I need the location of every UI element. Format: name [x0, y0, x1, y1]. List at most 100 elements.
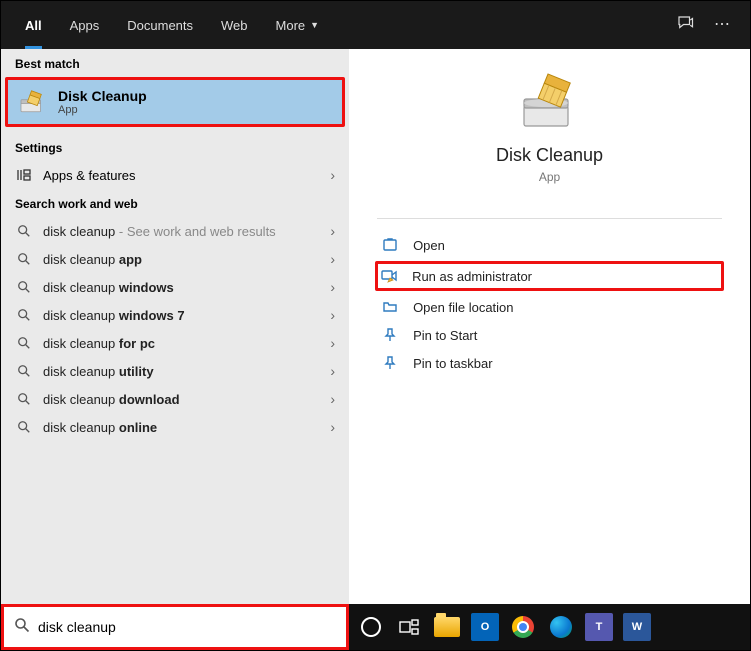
- preview-pane: Disk Cleanup App Open Run as administrat…: [349, 49, 750, 604]
- best-match-text: Disk Cleanup App: [58, 88, 147, 116]
- outlook-button[interactable]: O: [471, 613, 499, 641]
- web-result[interactable]: disk cleanup app ›: [1, 245, 349, 273]
- action-label: Open file location: [413, 300, 513, 315]
- word-icon: W: [632, 621, 642, 633]
- web-result[interactable]: disk cleanup windows 7 ›: [1, 301, 349, 329]
- admin-icon: [380, 268, 398, 284]
- chevron-right-icon: ›: [330, 363, 335, 379]
- best-match-sub: App: [58, 104, 147, 116]
- settings-item-label: Apps & features: [43, 168, 136, 183]
- edge-button[interactable]: [547, 613, 575, 641]
- action-pin-to-taskbar[interactable]: Pin to taskbar: [377, 349, 722, 377]
- chevron-down-icon: ▼: [310, 20, 319, 30]
- web-result-text: disk cleanup for pc: [43, 336, 155, 351]
- web-result-text: disk cleanup utility: [43, 364, 154, 379]
- tab-more[interactable]: More ▼: [262, 1, 334, 49]
- teams-icon: T: [596, 621, 603, 633]
- web-result[interactable]: disk cleanup - See work and web results …: [1, 217, 349, 245]
- settings-label: Settings: [1, 133, 349, 161]
- search-icon: [15, 392, 33, 406]
- edge-icon: [550, 616, 572, 638]
- teams-button[interactable]: T: [585, 613, 613, 641]
- search-input[interactable]: [38, 619, 336, 635]
- web-result[interactable]: disk cleanup for pc ›: [1, 329, 349, 357]
- preview-actions: Open Run as administrator Open file loca…: [377, 231, 722, 377]
- pin-start-icon: [381, 327, 399, 343]
- tab-label: All: [25, 18, 42, 33]
- search-box[interactable]: [1, 604, 349, 650]
- tab-apps[interactable]: Apps: [56, 1, 114, 49]
- word-button[interactable]: W: [623, 613, 651, 641]
- search-icon: [15, 308, 33, 322]
- chevron-right-icon: ›: [330, 419, 335, 435]
- task-view-icon: [399, 619, 419, 635]
- disk-cleanup-icon-large: [518, 69, 582, 133]
- folder-icon: [434, 617, 460, 637]
- preview-title: Disk Cleanup: [496, 145, 603, 166]
- more-icon[interactable]: ⋯: [714, 14, 730, 37]
- task-view-button[interactable]: [395, 613, 423, 641]
- outlook-icon: O: [481, 621, 490, 633]
- web-result[interactable]: disk cleanup utility ›: [1, 357, 349, 385]
- web-result-text: disk cleanup windows 7: [43, 308, 185, 323]
- chevron-right-icon: ›: [330, 251, 335, 267]
- action-label: Pin to Start: [413, 328, 477, 343]
- filter-tabs: All Apps Documents Web More ▼: [11, 1, 333, 49]
- action-label: Run as administrator: [412, 269, 532, 284]
- taskbar: O T W: [349, 604, 750, 650]
- bottom-bar: O T W: [1, 604, 750, 650]
- chevron-right-icon: ›: [330, 391, 335, 407]
- search-header: All Apps Documents Web More ▼ ⋯: [1, 1, 750, 49]
- web-result-text: disk cleanup online: [43, 420, 157, 435]
- web-result-text: disk cleanup download: [43, 392, 180, 407]
- action-label: Pin to taskbar: [413, 356, 493, 371]
- search-icon: [14, 617, 30, 638]
- file-explorer-button[interactable]: [433, 613, 461, 641]
- cortana-icon: [361, 617, 381, 637]
- web-result-text: disk cleanup app: [43, 252, 142, 267]
- cortana-button[interactable]: [357, 613, 385, 641]
- search-icon: [15, 224, 33, 238]
- chevron-right-icon: ›: [330, 307, 335, 323]
- web-result-text: disk cleanup - See work and web results: [43, 224, 276, 239]
- tab-label: Web: [221, 18, 248, 33]
- header-actions: ⋯: [676, 14, 740, 37]
- web-result[interactable]: disk cleanup windows ›: [1, 273, 349, 301]
- search-icon: [15, 420, 33, 434]
- search-icon: [15, 252, 33, 266]
- chevron-right-icon: ›: [330, 223, 335, 239]
- settings-item-apps-features[interactable]: Apps & features ›: [1, 161, 349, 189]
- tab-documents[interactable]: Documents: [113, 1, 207, 49]
- pin-taskbar-icon: [381, 355, 399, 371]
- chevron-right-icon: ›: [330, 279, 335, 295]
- action-run-as-admin[interactable]: Run as administrator: [375, 261, 724, 291]
- action-open-file-location[interactable]: Open file location: [377, 293, 722, 321]
- best-match-result[interactable]: Disk Cleanup App: [5, 77, 345, 127]
- best-match-label: Best match: [1, 49, 349, 77]
- search-icon: [15, 364, 33, 378]
- web-result[interactable]: disk cleanup download ›: [1, 385, 349, 413]
- chrome-button[interactable]: [509, 613, 537, 641]
- search-icon: [15, 336, 33, 350]
- tab-web[interactable]: Web: [207, 1, 262, 49]
- apps-features-icon: [15, 167, 33, 183]
- action-label: Open: [413, 238, 445, 253]
- web-result-text: disk cleanup windows: [43, 280, 174, 295]
- best-match-title: Disk Cleanup: [58, 88, 147, 104]
- tab-label: Documents: [127, 18, 193, 33]
- disk-cleanup-icon: [18, 89, 48, 115]
- tab-label: More: [276, 18, 306, 33]
- main-content: Best match Disk Cleanup App Settings: [1, 49, 750, 604]
- preview-subtitle: App: [539, 170, 560, 184]
- divider: [377, 218, 722, 219]
- search-icon: [15, 280, 33, 294]
- chevron-right-icon: ›: [330, 335, 335, 351]
- action-open[interactable]: Open: [377, 231, 722, 259]
- action-pin-to-start[interactable]: Pin to Start: [377, 321, 722, 349]
- web-result[interactable]: disk cleanup online ›: [1, 413, 349, 441]
- chevron-right-icon: ›: [330, 167, 335, 183]
- open-icon: [381, 237, 399, 253]
- tab-all[interactable]: All: [11, 1, 56, 49]
- feedback-icon[interactable]: [676, 14, 694, 37]
- web-label: Search work and web: [1, 189, 349, 217]
